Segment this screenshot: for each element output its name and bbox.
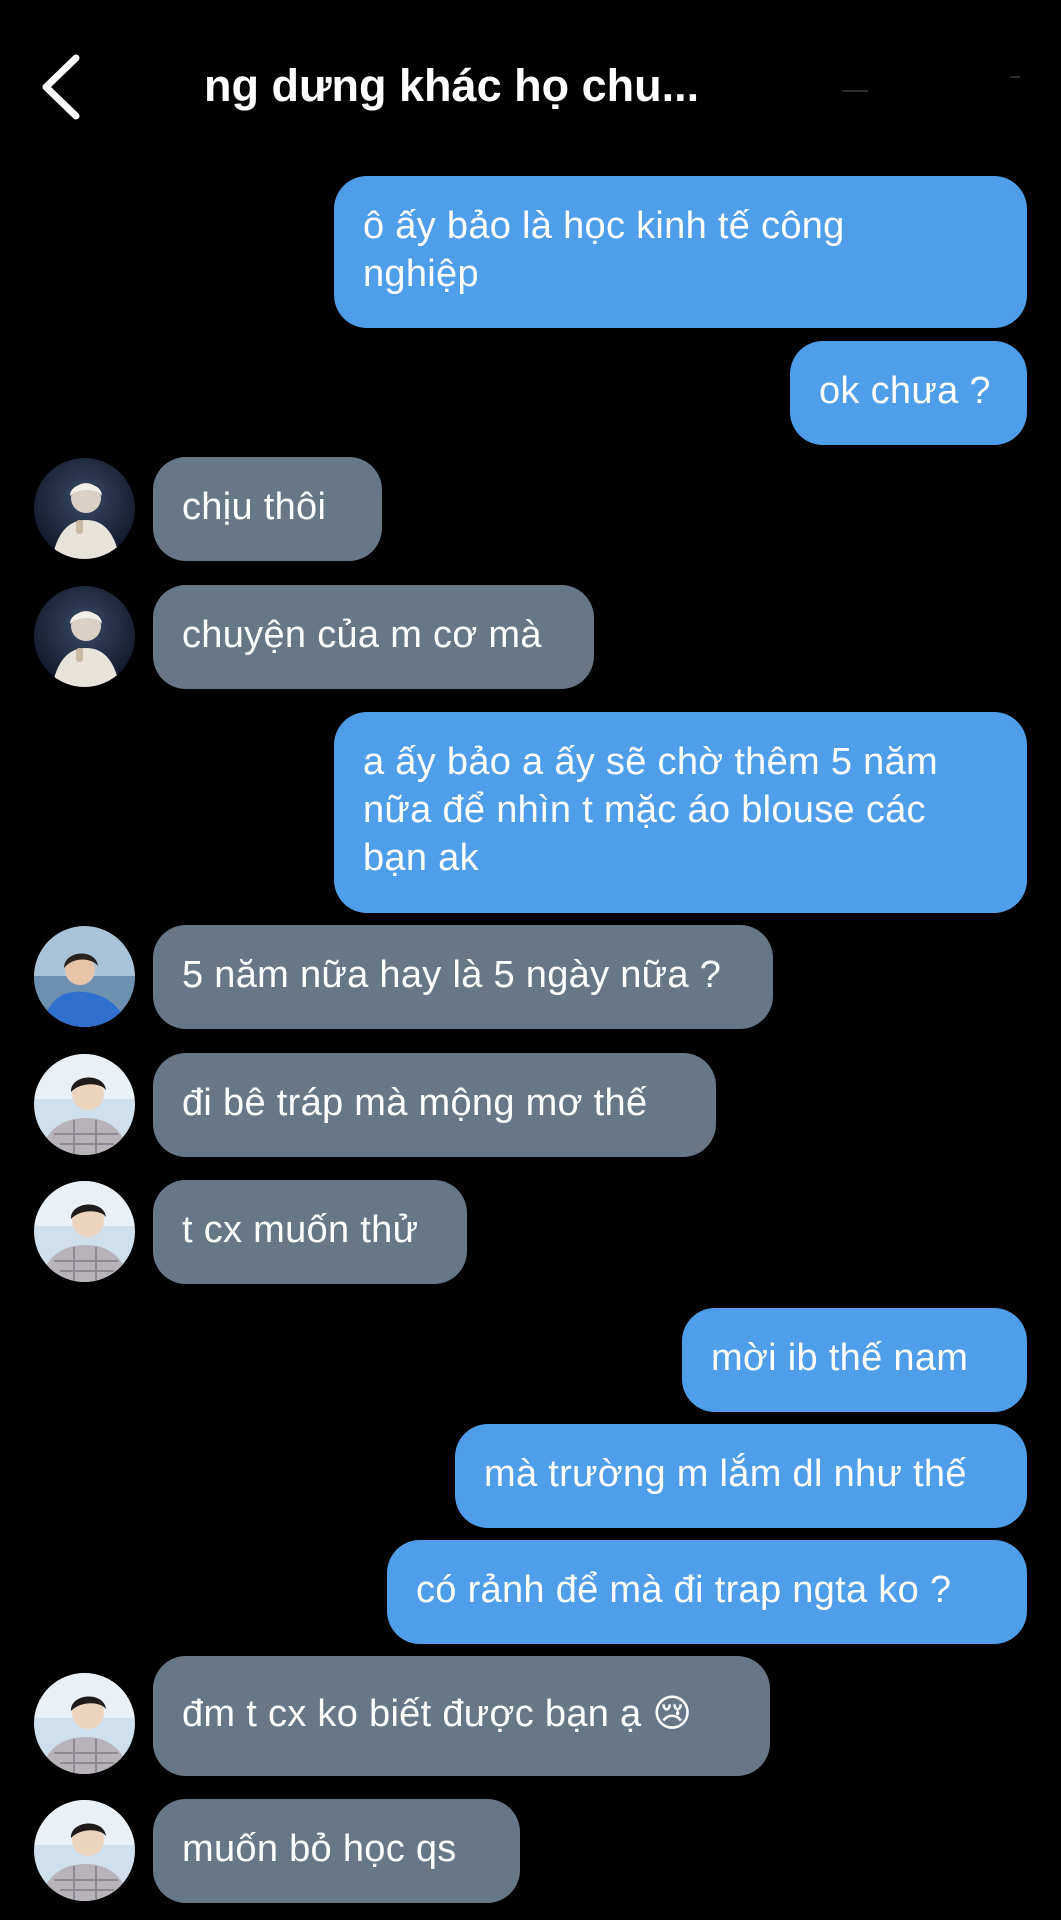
- avatar-white-hair-image: [34, 586, 135, 687]
- avatar-plaid-shirt[interactable]: [34, 1800, 135, 1901]
- avatar-white-hair-image: [34, 458, 135, 559]
- avatar-plaid-shirt-image: [34, 1054, 135, 1155]
- incoming-message-bubble[interactable]: đi bê tráp mà mộng mơ thế: [153, 1053, 716, 1157]
- incoming-message-bubble[interactable]: 5 năm nữa hay là 5 ngày nữa ?: [153, 925, 773, 1029]
- avatar-plaid-shirt[interactable]: [34, 1673, 135, 1774]
- avatar-blue-shirt[interactable]: [34, 926, 135, 1027]
- header-divider: [842, 90, 868, 92]
- incoming-message-bubble[interactable]: chuyện của m cơ mà: [153, 585, 594, 689]
- avatar-plaid-shirt-image: [34, 1673, 135, 1774]
- outgoing-message-bubble[interactable]: ô ấy bảo là học kinh tế công nghiệp: [334, 176, 1027, 328]
- outgoing-message-bubble[interactable]: mời ib thế nam: [682, 1308, 1027, 1412]
- incoming-message-bubble[interactable]: muốn bỏ học qs: [153, 1799, 520, 1903]
- avatar-plaid-shirt-image: [34, 1181, 135, 1282]
- chevron-left-icon: [42, 54, 80, 120]
- incoming-message-bubble[interactable]: đm t cx ko biết được bạn ạ 😢: [153, 1656, 770, 1776]
- avatar-plaid-shirt-image: [34, 1800, 135, 1901]
- avatar-blue-shirt-image: [34, 926, 135, 1027]
- incoming-message-bubble[interactable]: chịu thôi: [153, 457, 382, 561]
- chat-title[interactable]: ng dưng khác họ chu...: [204, 58, 764, 114]
- back-button[interactable]: [38, 52, 88, 122]
- outgoing-message-bubble[interactable]: a ấy bảo a ấy sẽ chờ thêm 5 năm nữa để n…: [334, 712, 1027, 913]
- avatar-plaid-shirt[interactable]: [34, 1181, 135, 1282]
- header-divider: [1010, 76, 1020, 78]
- chat-header: ng dưng khác họ chu...: [0, 0, 1061, 170]
- avatar-plaid-shirt[interactable]: [34, 1054, 135, 1155]
- avatar-white-hair[interactable]: [34, 586, 135, 687]
- incoming-message-bubble[interactable]: t cx muốn thử: [153, 1180, 467, 1284]
- avatar-white-hair[interactable]: [34, 458, 135, 559]
- outgoing-message-bubble[interactable]: ok chưa ?: [790, 341, 1027, 445]
- outgoing-message-bubble[interactable]: mà trường m lắm dl như thế: [455, 1424, 1027, 1528]
- outgoing-message-bubble[interactable]: có rảnh để mà đi trap ngta ko ?: [387, 1540, 1027, 1644]
